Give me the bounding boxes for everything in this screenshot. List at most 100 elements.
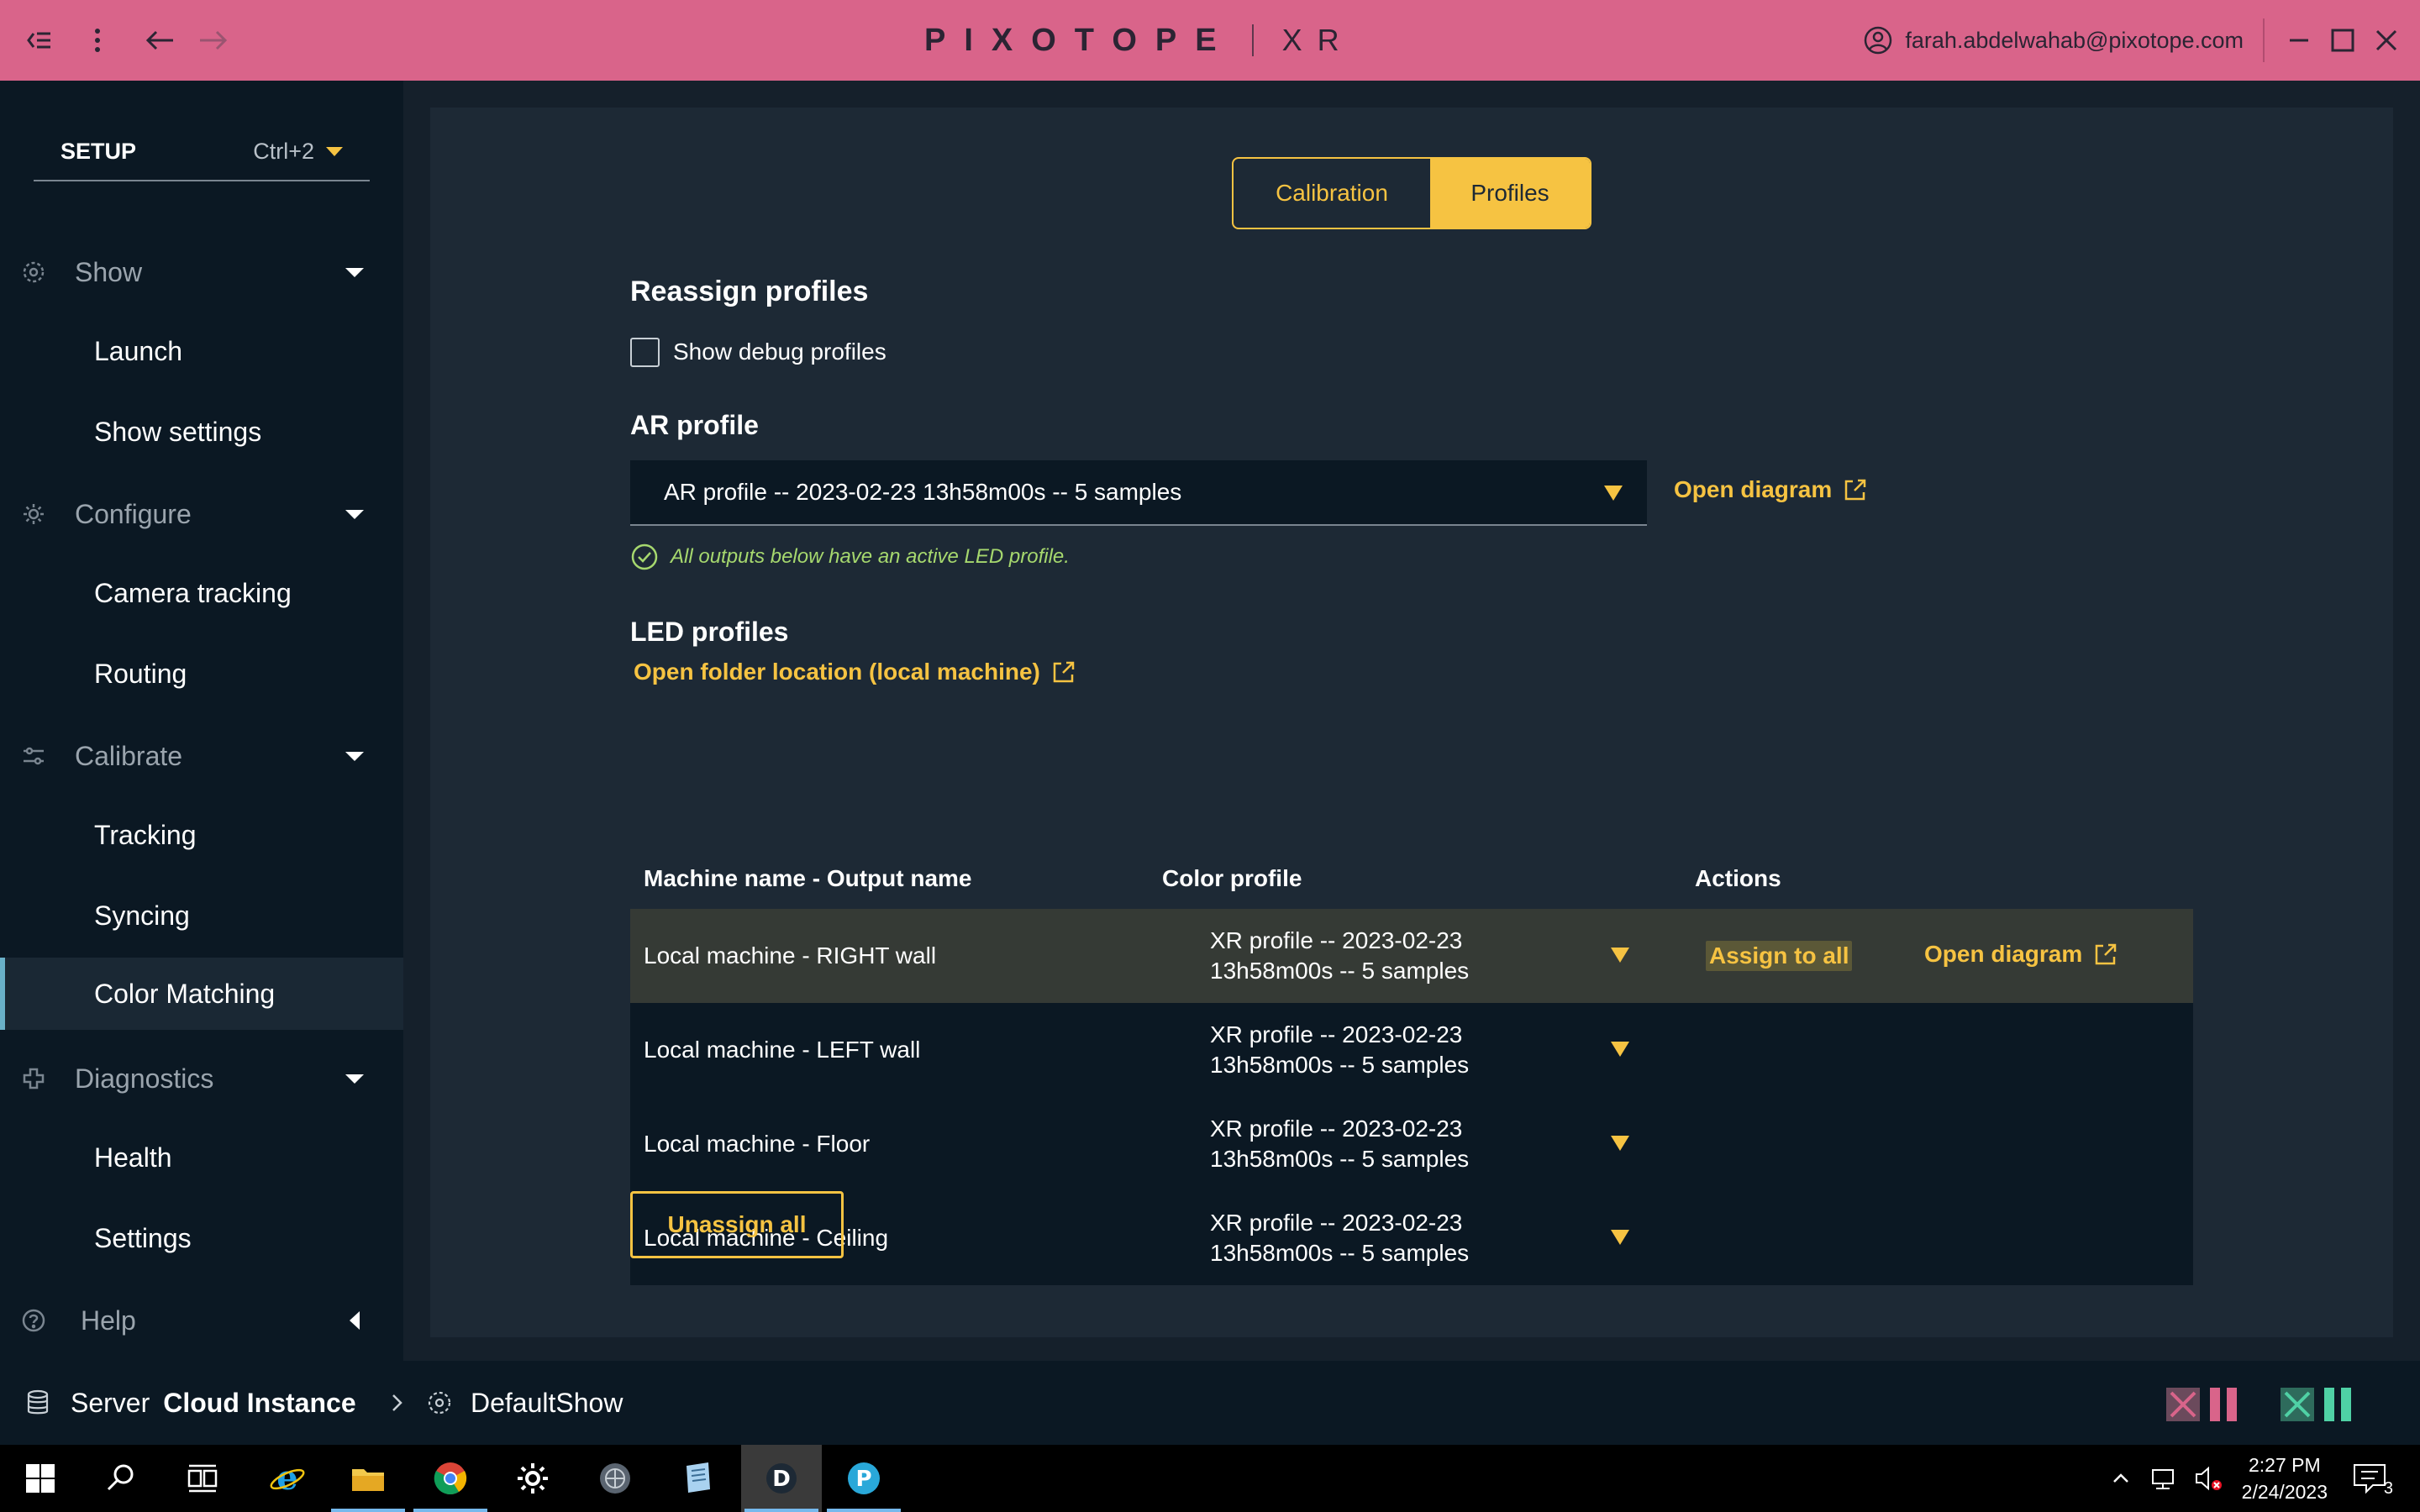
- table-row[interactable]: Local machine - Ceiling XR profile -- 20…: [630, 1191, 2193, 1285]
- open-folder-link[interactable]: Open folder location (local machine): [634, 657, 1079, 687]
- app-globe-icon[interactable]: [575, 1445, 655, 1512]
- profile-line: XR profile -- 2023-02-23: [1210, 1116, 1463, 1142]
- server-indicator[interactable]: Server Cloud Instance: [24, 1361, 356, 1445]
- database-icon: [27, 1389, 49, 1415]
- open-diagram-label: Open diagram: [1924, 941, 2083, 967]
- open-folder-label: Open folder location (local machine): [634, 659, 1040, 685]
- notepad-icon[interactable]: [657, 1445, 738, 1512]
- status-indicator-pink-icon[interactable]: [2165, 1388, 2249, 1421]
- debug-profiles-label: Show debug profiles: [673, 339, 886, 365]
- sidebar-item-routing[interactable]: Routing: [0, 638, 403, 710]
- chevron-left-icon: [350, 1311, 360, 1330]
- start-menu-icon[interactable]: [0, 1445, 81, 1512]
- sidebar-section-help[interactable]: Help: [0, 1280, 403, 1361]
- machine-output-name: Local machine - LEFT wall: [644, 1037, 921, 1063]
- unassign-all-button[interactable]: Unassign all: [630, 1191, 844, 1258]
- back-arrow-icon[interactable]: [139, 20, 180, 60]
- sidebar-section-calibrate[interactable]: Calibrate: [0, 716, 403, 796]
- titlebar-divider: [2263, 18, 2265, 62]
- color-profile-select[interactable]: XR profile -- 2023-02-23 13h58m00s -- 5 …: [1210, 909, 1512, 1003]
- maximize-icon[interactable]: [2324, 22, 2361, 59]
- sidebar: SETUP Ctrl+2 Show Launch Show settings C…: [0, 81, 403, 1361]
- task-view-icon[interactable]: [161, 1445, 242, 1512]
- sidebar-item-label: Tracking: [94, 819, 197, 850]
- color-profile-select[interactable]: XR profile -- 2023-02-23 13h58m00s -- 5 …: [1210, 1191, 1512, 1285]
- sidebar-item-label: Launch: [94, 335, 182, 366]
- sidebar-item-camera-tracking[interactable]: Camera tracking: [0, 557, 403, 629]
- collapse-sidebar-icon[interactable]: [18, 20, 59, 60]
- table-row[interactable]: Local machine - RIGHT wall XR profile --…: [630, 909, 2193, 1003]
- tab-profiles[interactable]: Profiles: [1430, 159, 1590, 228]
- sidebar-section-label: Help: [81, 1305, 136, 1336]
- notification-center[interactable]: 3: [2349, 1458, 2393, 1499]
- forward-arrow-icon[interactable]: [193, 20, 234, 60]
- internet-explorer-icon[interactable]: e: [247, 1445, 328, 1512]
- system-tray: [2104, 1445, 2225, 1512]
- sidebar-item-label: Settings: [94, 1222, 192, 1253]
- table-header: Machine name - Output name Color profile…: [630, 847, 2193, 909]
- status-indicator-green-icon[interactable]: [2279, 1388, 2363, 1421]
- sidebar-item-syncing[interactable]: Syncing: [0, 879, 403, 952]
- assign-to-all-button[interactable]: Assign to all: [1706, 941, 1853, 971]
- speaker-muted-icon[interactable]: [2191, 1462, 2225, 1495]
- profile-line: XR profile -- 2023-02-23: [1210, 1021, 1463, 1047]
- close-icon[interactable]: [2368, 22, 2405, 59]
- dropdown-arrow-icon[interactable]: [1611, 1042, 1629, 1057]
- minimize-icon[interactable]: [2281, 22, 2317, 59]
- sidebar-item-settings[interactable]: Settings: [0, 1202, 403, 1274]
- main-panel: Calibration Profiles Reassign profiles S…: [430, 108, 2393, 1337]
- more-vertical-icon[interactable]: [77, 20, 118, 60]
- sidebar-section-label: Diagnostics: [75, 1063, 214, 1094]
- mode-selector[interactable]: SETUP Ctrl+2: [34, 123, 370, 181]
- network-icon[interactable]: [2148, 1462, 2181, 1495]
- chevron-down-icon: [326, 146, 343, 156]
- pixotope-app-icon[interactable]: P: [823, 1445, 904, 1512]
- color-profile-select[interactable]: XR profile -- 2023-02-23 13h58m00s -- 5 …: [1210, 1097, 1512, 1191]
- status-text: All outputs below have an active LED pro…: [671, 545, 1070, 568]
- system-clock[interactable]: 2:27 PM 2/24/2023: [2242, 1452, 2328, 1505]
- open-diagram-link[interactable]: Open diagram: [1674, 475, 1870, 505]
- settings-gear-icon[interactable]: [492, 1445, 573, 1512]
- sidebar-item-launch[interactable]: Launch: [0, 315, 403, 387]
- show-indicator[interactable]: DefaultShow: [425, 1361, 623, 1445]
- svg-text:D: D: [772, 1467, 791, 1492]
- sidebar-item-color-matching[interactable]: Color Matching: [0, 958, 403, 1030]
- sidebar-section-show[interactable]: Show: [0, 232, 403, 312]
- ar-profile-value: AR profile -- 2023-02-23 13h58m00s -- 5 …: [664, 479, 1182, 505]
- mode-shortcut: Ctrl+2: [253, 138, 314, 164]
- machine-output-name: Local machine - Floor: [644, 1131, 871, 1157]
- sidebar-item-health[interactable]: Health: [0, 1121, 403, 1194]
- file-explorer-icon[interactable]: [328, 1445, 408, 1512]
- dropdown-arrow-icon[interactable]: [1611, 1230, 1629, 1245]
- brand-name: PIXOTOPE: [924, 22, 1235, 58]
- svg-text:P: P: [855, 1467, 871, 1492]
- sidebar-section-configure[interactable]: Configure: [0, 474, 403, 554]
- debug-profiles-checkbox[interactable]: [630, 337, 660, 367]
- chevron-up-icon[interactable]: [2104, 1462, 2138, 1495]
- gear-icon: [20, 501, 47, 528]
- search-icon[interactable]: [81, 1445, 161, 1512]
- status-bar: Server Cloud Instance DefaultShow: [0, 1361, 2420, 1445]
- help-icon: [20, 1307, 47, 1334]
- tab-calibration[interactable]: Calibration: [1234, 159, 1430, 228]
- title-bar: PIXOTOPE XR farah.abdelwahab@pixotope.co…: [0, 0, 2420, 81]
- chrome-icon[interactable]: [410, 1445, 491, 1512]
- external-link-icon: [1845, 479, 1866, 501]
- dropdown-arrow-icon[interactable]: [1611, 948, 1629, 963]
- ar-profile-select[interactable]: AR profile -- 2023-02-23 13h58m00s -- 5 …: [630, 460, 1647, 526]
- sidebar-item-show-settings[interactable]: Show settings: [0, 396, 403, 468]
- color-profile-select[interactable]: XR profile -- 2023-02-23 13h58m00s -- 5 …: [1210, 1003, 1512, 1097]
- sidebar-item-tracking[interactable]: Tracking: [0, 799, 403, 871]
- server-name: Cloud Instance: [163, 1387, 356, 1418]
- debug-profiles-toggle[interactable]: Show debug profiles: [630, 337, 886, 367]
- dropdown-arrow-icon[interactable]: [1611, 1136, 1629, 1151]
- dark-d-app-icon[interactable]: D: [741, 1445, 822, 1512]
- table-row[interactable]: Local machine - LEFT wall XR profile -- …: [630, 1003, 2193, 1097]
- row-open-diagram-link[interactable]: Open diagram: [1924, 939, 2121, 969]
- sidebar-section-label: Calibrate: [75, 740, 183, 771]
- sidebar-section-diagnostics[interactable]: Diagnostics: [0, 1038, 403, 1119]
- table-row[interactable]: Local machine - Floor XR profile -- 2023…: [630, 1097, 2193, 1191]
- user-account[interactable]: farah.abdelwahab@pixotope.com: [1863, 22, 2244, 59]
- machine-output-name: Local machine - RIGHT wall: [644, 942, 937, 969]
- active-indicator: [744, 1509, 818, 1512]
